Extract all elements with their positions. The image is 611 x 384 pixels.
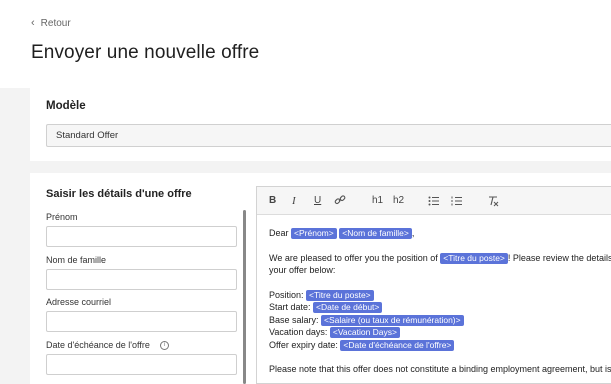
info-icon[interactable]: i bbox=[159, 340, 169, 350]
model-select[interactable]: Standard Offer bbox=[46, 124, 611, 147]
h1-button[interactable]: h1 bbox=[372, 195, 383, 206]
bullet-list-icon[interactable] bbox=[428, 196, 440, 209]
intro-line-2: your offer below: bbox=[269, 265, 336, 275]
details-section-title: Saisir les détails d'une offre bbox=[46, 188, 192, 200]
position-line: Position: <Titre du poste> bbox=[269, 289, 611, 302]
editor-content[interactable]: Dear <Prénom> <Nom de famille>, We are p… bbox=[269, 227, 611, 376]
start-date-label: Start date: bbox=[269, 302, 311, 312]
job-title-tag: <Titre du poste> bbox=[440, 252, 508, 264]
start-date-tag: <Date de début> bbox=[313, 302, 383, 313]
expiry-tag: <Date d'échéance de l'offre> bbox=[340, 339, 455, 351]
first-name-input[interactable] bbox=[46, 226, 237, 247]
bold-button[interactable]: B bbox=[269, 195, 276, 206]
form-scrollbar[interactable] bbox=[243, 210, 246, 384]
italic-button[interactable]: I bbox=[292, 195, 296, 207]
expiry-date-label-text: Date d'échéance de l'offre bbox=[46, 340, 150, 350]
salary-line: Base salary: <Salaire (ou taux de rémuné… bbox=[269, 314, 611, 327]
vacation-tag: <Vacation Days> bbox=[329, 327, 400, 338]
email-label-text: Adresse courriel bbox=[46, 297, 112, 307]
email-input[interactable] bbox=[46, 311, 237, 332]
note-line: Please note that this offer does not con… bbox=[269, 364, 611, 374]
expiry-date-label: Date d'échéance de l'offre i bbox=[46, 340, 169, 350]
page: ‹ Retour Envoyer une nouvelle offre Modè… bbox=[0, 0, 611, 384]
link-icon[interactable] bbox=[334, 194, 346, 209]
dear-end-text: , bbox=[411, 228, 415, 238]
salary-label: Base salary: bbox=[269, 314, 319, 325]
editor-toolbar: B I U h1 h2 bbox=[257, 187, 611, 215]
underline-button[interactable]: U bbox=[314, 195, 321, 206]
clear-format-icon[interactable] bbox=[487, 195, 499, 210]
email-label: Adresse courriel bbox=[46, 297, 111, 307]
numbered-list-icon[interactable] bbox=[451, 196, 463, 209]
first-name-label: Prénom bbox=[46, 212, 78, 222]
expiry-label: Offer expiry date: bbox=[269, 339, 338, 350]
start-date-line: Start date: <Date de début> bbox=[269, 301, 611, 314]
position-tag: <Titre du poste> bbox=[306, 289, 374, 301]
last-name-tag: <Nom de famille> bbox=[339, 228, 412, 239]
back-label: Retour bbox=[40, 17, 71, 29]
intro-text: We are pleased to offer you the position… bbox=[269, 252, 438, 263]
model-section-title: Modèle bbox=[46, 100, 86, 112]
expiry-date-input[interactable] bbox=[46, 354, 237, 375]
chevron-left-icon: ‹ bbox=[31, 17, 35, 29]
expiry-line: Offer expiry date: <Date d'échéance de l… bbox=[269, 339, 611, 352]
h2-button[interactable]: h2 bbox=[393, 195, 404, 206]
first-name-label-text: Prénom bbox=[46, 212, 78, 222]
back-link[interactable]: ‹ Retour bbox=[31, 17, 71, 29]
first-name-tag: <Prénom> bbox=[291, 228, 337, 239]
vacation-label: Vacation days: bbox=[269, 327, 328, 337]
model-card: Modèle Standard Offer bbox=[30, 88, 611, 161]
dear-text: Dear bbox=[269, 228, 289, 238]
intro-line: We are pleased to offer you the position… bbox=[269, 252, 611, 265]
vacation-line: Vacation days: <Vacation Days> bbox=[269, 326, 611, 339]
intro-end-text: ! Please review the details bbox=[507, 252, 611, 263]
page-title: Envoyer une nouvelle offre bbox=[31, 42, 260, 63]
last-name-label-text: Nom de famille bbox=[46, 255, 107, 265]
greeting-line: Dear <Prénom> <Nom de famille>, bbox=[269, 227, 611, 240]
header: ‹ Retour Envoyer une nouvelle offre bbox=[0, 0, 611, 88]
offer-editor[interactable]: B I U h1 h2 Dear <Prénom> <Nom de famill… bbox=[256, 186, 611, 384]
last-name-input[interactable] bbox=[46, 269, 237, 290]
last-name-label: Nom de famille bbox=[46, 255, 106, 265]
salary-tag: <Salaire (ou taux de rémunération)> bbox=[321, 314, 464, 326]
position-label: Position: bbox=[269, 289, 304, 300]
